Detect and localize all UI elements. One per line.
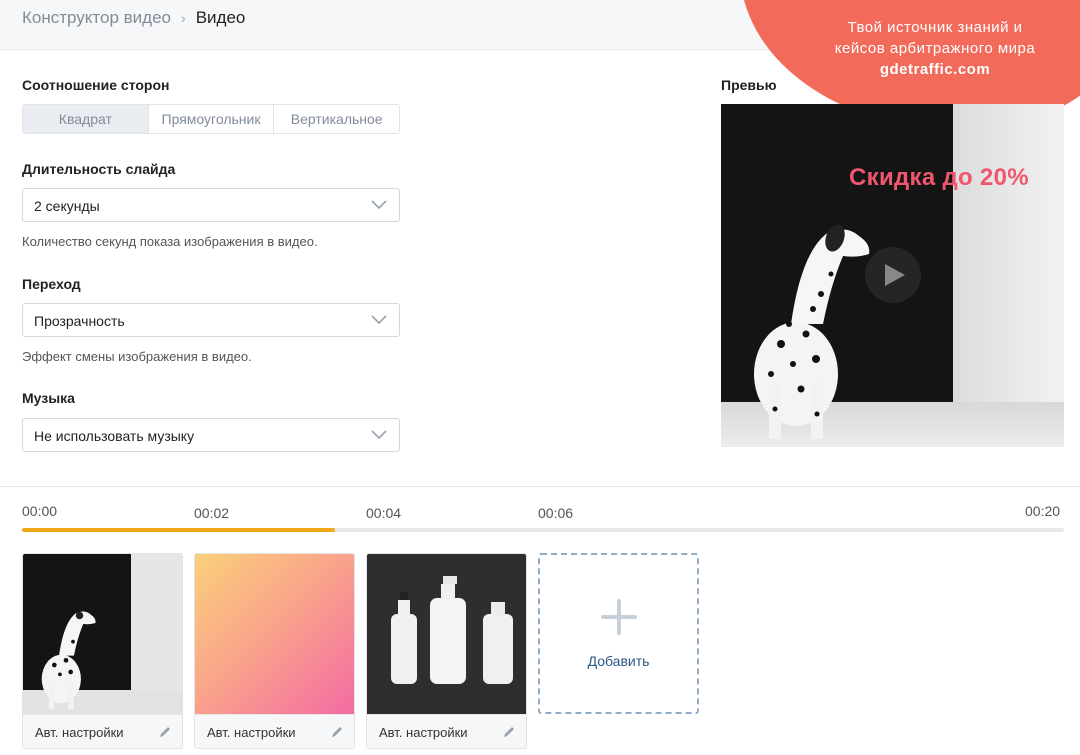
add-slide-label: Добавить [587,653,650,669]
slide-card[interactable]: Авт. настройки [22,553,183,749]
timeline-time: 00:04 [366,505,402,521]
dalmatian-image [754,224,870,439]
preview-promo-text: Скидка до 20% [849,164,1029,191]
music-select[interactable]: Не использовать музыку [22,418,400,452]
breadcrumb: Конструктор видео › Видео [22,8,245,28]
watermark-line-2: кейсов арбитражного мира [834,40,1036,57]
transition-label: Переход [22,276,81,292]
slide-footer: Авт. настройки [367,714,526,748]
transition-select[interactable]: Прозрачность [22,303,400,337]
timeline-progress [22,528,335,532]
preview-label: Превью [721,77,777,93]
transition-value: Прозрачность [34,313,125,329]
add-slide-button[interactable]: Добавить [538,553,699,714]
timeline-track[interactable] [22,528,1064,532]
slide-footer: Авт. настройки [23,714,182,748]
timeline-time: 00:02 [194,505,230,521]
slide-settings-label: Авт. настройки [35,725,124,740]
breadcrumb-parent-link[interactable]: Конструктор видео [22,8,171,28]
pencil-icon[interactable] [158,725,172,739]
music-value: Не использовать музыку [34,428,195,444]
section-divider [0,486,1080,487]
timeline-time: 00:20 [1025,503,1061,519]
preview-background-light [953,104,1064,402]
pencil-icon[interactable] [330,725,344,739]
slide-card[interactable]: Авт. настройки [194,553,355,749]
breadcrumb-separator: › [181,10,186,26]
slide-thumbnail-dalmatian [23,554,182,714]
slide-duration-select[interactable]: 2 секунды [22,188,400,222]
aspect-option-rectangle[interactable]: Прямоугольник [149,105,275,133]
watermark-text: Твой источник знаний и кейсов арбитражно… [800,17,1070,80]
slide-duration-label: Длительность слайда [22,161,176,177]
pencil-icon[interactable] [502,725,516,739]
timeline-time: 00:06 [538,505,574,521]
slide-duration-value: 2 секунды [34,198,100,214]
chevron-down-icon [371,200,387,210]
slide-thumbnail-bottles [367,554,526,714]
aspect-ratio-segmented-control: Квадрат Прямоугольник Вертикальное [22,104,400,134]
slide-settings-label: Авт. настройки [207,725,296,740]
aspect-ratio-label: Соотношение сторон [22,77,170,93]
aspect-option-square[interactable]: Квадрат [23,105,149,133]
slide-card[interactable]: Авт. настройки [366,553,527,749]
slide-settings-label: Авт. настройки [379,725,468,740]
watermark-site: gdetraffic.com [879,61,991,78]
slide-footer: Авт. настройки [195,714,354,748]
transition-hint: Эффект смены изображения в видео. [22,349,252,364]
video-preview[interactable]: Скидка до 20% [721,104,1064,447]
plus-icon [601,599,637,635]
timeline-time: 00:00 [22,503,58,519]
page-title: Видео [195,8,246,27]
slide-thumbnail-gradient [195,554,354,714]
aspect-option-vertical[interactable]: Вертикальное [274,105,399,133]
music-label: Музыка [22,390,75,406]
chevron-down-icon [371,430,387,440]
play-button[interactable] [865,247,921,303]
play-icon [885,264,905,286]
watermark-line-1: Твой источник знаний и [847,19,1023,36]
chevron-down-icon [371,315,387,325]
slide-duration-hint: Количество секунд показа изображения в в… [22,234,318,249]
